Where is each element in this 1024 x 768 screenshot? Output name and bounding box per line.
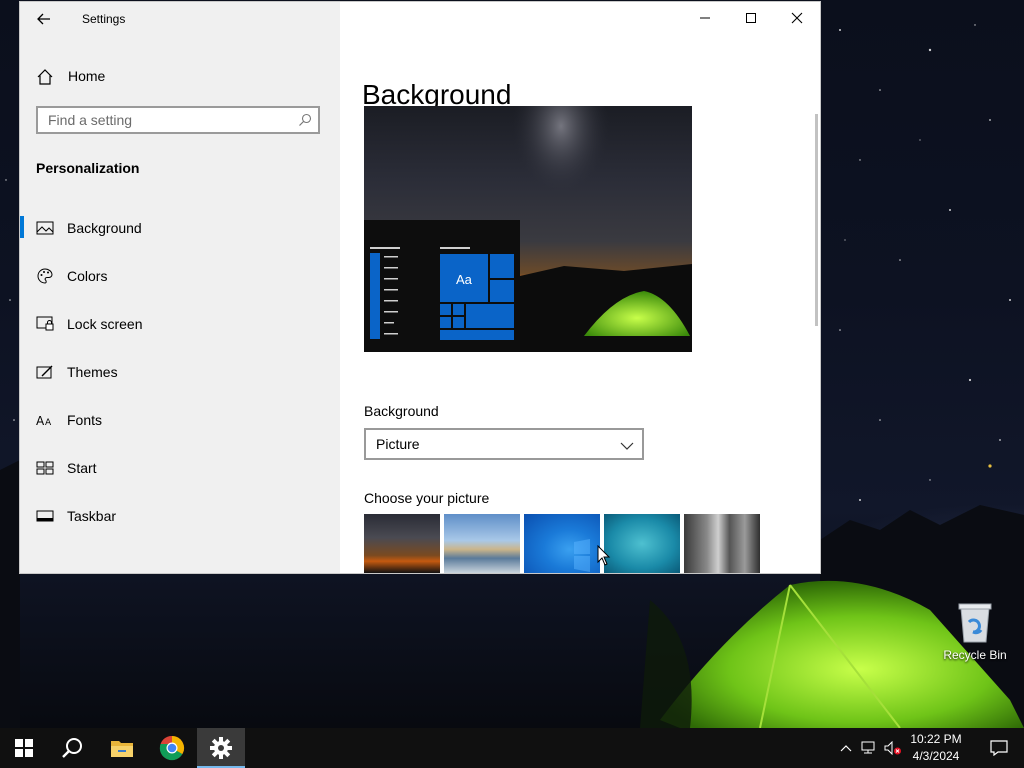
start-button[interactable] [0,728,48,768]
chevron-down-icon [620,438,634,456]
recycle-bin-icon [958,603,992,643]
clock-date: 4/3/2024 [912,749,960,763]
network-icon [861,741,875,754]
settings-content: Background Aa Background Picture Choose … [340,2,820,573]
personalization-nav: Background Colors Lock screen Themes A A… [20,210,340,546]
show-hidden-icons-button[interactable] [836,728,856,768]
sidebar-item-lock-screen[interactable]: Lock screen [20,306,340,354]
settings-window: Settings Home Personalization [20,2,820,573]
choose-picture-label: Choose your picture [364,490,490,506]
network-button[interactable] [858,728,880,768]
sidebar-item-label: Taskbar [67,508,117,524]
picture-thumbnail[interactable] [684,514,760,573]
chrome-icon [159,735,185,761]
app-title: Settings [82,12,126,26]
chevron-up-icon [840,745,852,752]
svg-text:A: A [36,414,45,427]
themes-icon [36,363,54,381]
search-icon[interactable] [298,113,312,132]
minimize-button[interactable] [682,2,728,34]
settings-sidebar: Settings Home Personalization [20,2,340,573]
action-center-button[interactable] [984,728,1014,768]
clock-time: 10:22 PM [910,732,962,746]
picture-thumbnail[interactable] [524,514,600,573]
settings-gear-icon [210,737,232,759]
recycle-bin-label: Recycle Bin [943,648,1007,662]
sidebar-item-label: Lock screen [67,316,143,332]
system-tray: 10:22 PM 4/3/2024 [834,728,1024,768]
sidebar-item-colors[interactable]: Colors [20,258,340,306]
title-bar[interactable]: Settings [20,2,340,34]
sidebar-item-label: Fonts [67,412,103,428]
background-type-label: Background [364,403,439,419]
home-label: Home [68,68,106,84]
volume-muted-icon [884,741,901,755]
sidebar-item-fonts[interactable]: AA Fonts [20,402,340,450]
sidebar-item-label: Colors [67,268,108,284]
taskbar-clock[interactable]: 10:22 PM 4/3/2024 [904,731,968,765]
picture-thumbnail[interactable] [444,514,520,573]
maximize-button[interactable] [728,2,774,34]
file-explorer-icon [111,741,133,757]
close-button[interactable] [774,2,820,34]
file-explorer-button[interactable] [98,728,146,768]
recycle-bin-shortcut[interactable]: Recycle Bin [940,600,1010,662]
search-box[interactable] [36,106,320,134]
close-icon [791,12,803,24]
sidebar-item-label: Background [67,220,142,236]
section-title: Personalization [36,160,140,176]
settings-taskbar-button[interactable] [197,728,245,768]
sidebar-item-home[interactable]: Home [20,62,340,92]
search-input[interactable] [38,108,288,132]
search-icon [62,738,82,758]
taskbar: 10:22 PM 4/3/2024 [0,728,1024,768]
sidebar-item-themes[interactable]: Themes [20,354,340,402]
mouse-cursor-icon [597,545,611,566]
window-controls [682,2,820,34]
picture-icon [36,219,54,237]
lock-screen-icon [36,315,54,333]
volume-button[interactable] [882,728,904,768]
sidebar-item-label: Start [67,460,97,476]
back-arrow-icon [37,13,50,25]
picture-thumbnail[interactable] [364,514,440,573]
fonts-icon: AA [36,411,54,429]
start-icon [36,459,54,477]
taskbar-search-button[interactable] [48,728,96,768]
picture-thumbnail[interactable] [604,514,680,573]
sidebar-item-taskbar[interactable]: Taskbar [20,498,340,546]
home-icon [36,68,54,91]
windows-start-icon [15,739,33,757]
taskbar-icon [36,507,54,525]
maximize-icon [746,13,756,23]
chrome-button[interactable] [148,728,196,768]
minimize-icon [700,17,710,19]
palette-icon [36,267,54,285]
preview-tile-text: Aa [456,272,472,287]
sidebar-item-background[interactable]: Background [20,210,340,258]
dropdown-value: Picture [376,436,420,452]
back-button[interactable] [32,8,56,30]
notifications-icon [990,740,1008,756]
background-preview: Aa [364,106,692,352]
svg-text:A: A [45,418,52,427]
sidebar-item-start[interactable]: Start [20,450,340,498]
background-type-dropdown[interactable]: Picture [364,428,644,460]
content-scrollbar[interactable] [815,114,818,326]
preview-start-menu: Aa [364,220,520,352]
picture-thumbnails [364,514,760,573]
sidebar-item-label: Themes [67,364,118,380]
